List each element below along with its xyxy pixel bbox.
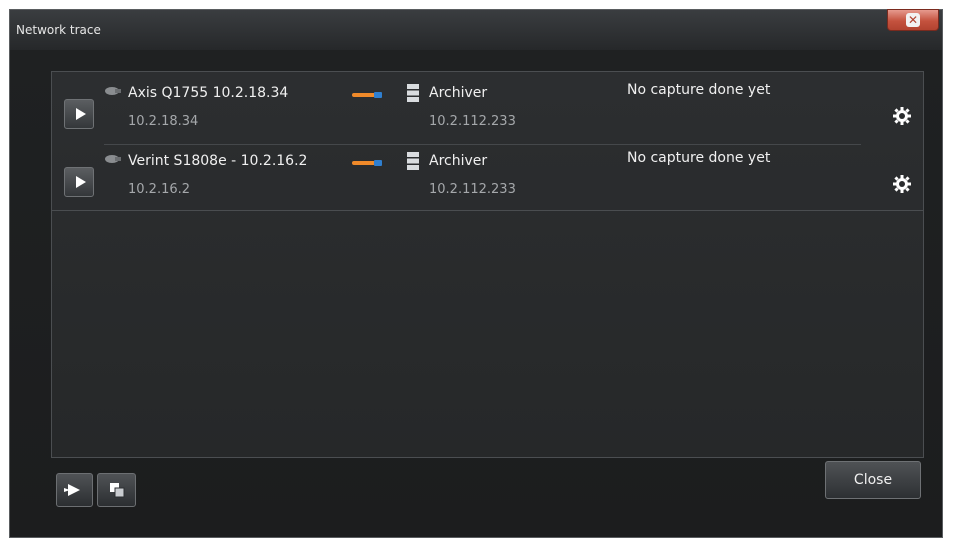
start-all-icon [63,484,80,496]
link-arrow-icon [352,160,382,166]
destination-ip: 10.2.112.233 [429,114,516,129]
destination-name: Archiver [429,85,488,101]
close-x-icon: ✕ [906,13,920,27]
destination-ip: 10.2.112.233 [429,182,516,197]
title-bar: Network trace [10,10,942,50]
camera-icon [105,155,121,163]
play-icon [75,176,86,188]
close-button[interactable]: Close [825,461,921,499]
server-icon [407,152,419,170]
trace-row: Axis Q1755 10.2.18.34 10.2.18.34 Archive… [52,82,923,150]
device-name: Axis Q1755 10.2.18.34 [128,85,289,101]
capture-status: No capture done yet [627,82,771,98]
network-trace-window: Network trace ✕ Axis Q1755 10.2.18.34 10… [9,9,943,538]
capture-status: No capture done yet [627,150,771,166]
device-ip: 10.2.16.2 [128,182,191,197]
copy-button[interactable] [97,473,136,507]
gear-icon[interactable] [892,174,912,194]
window-title: Network trace [16,23,101,37]
device-name: Verint S1808e - 10.2.16.2 [128,153,308,169]
destination-name: Archiver [429,153,488,169]
camera-icon [105,87,121,95]
server-icon [407,84,419,102]
play-trace-button[interactable] [64,99,94,129]
copy-icon [109,483,124,498]
row-divider [104,144,861,145]
gear-icon[interactable] [892,106,912,126]
window-close-button[interactable]: ✕ [887,9,939,31]
link-arrow-icon [352,92,382,98]
trace-list: Axis Q1755 10.2.18.34 10.2.18.34 Archive… [51,71,924,458]
device-ip: 10.2.18.34 [128,114,199,129]
trace-row: Verint S1808e - 10.2.16.2 10.2.16.2 Arch… [52,150,923,211]
play-icon [75,108,86,120]
start-all-button[interactable] [56,473,93,507]
play-trace-button[interactable] [64,167,94,197]
